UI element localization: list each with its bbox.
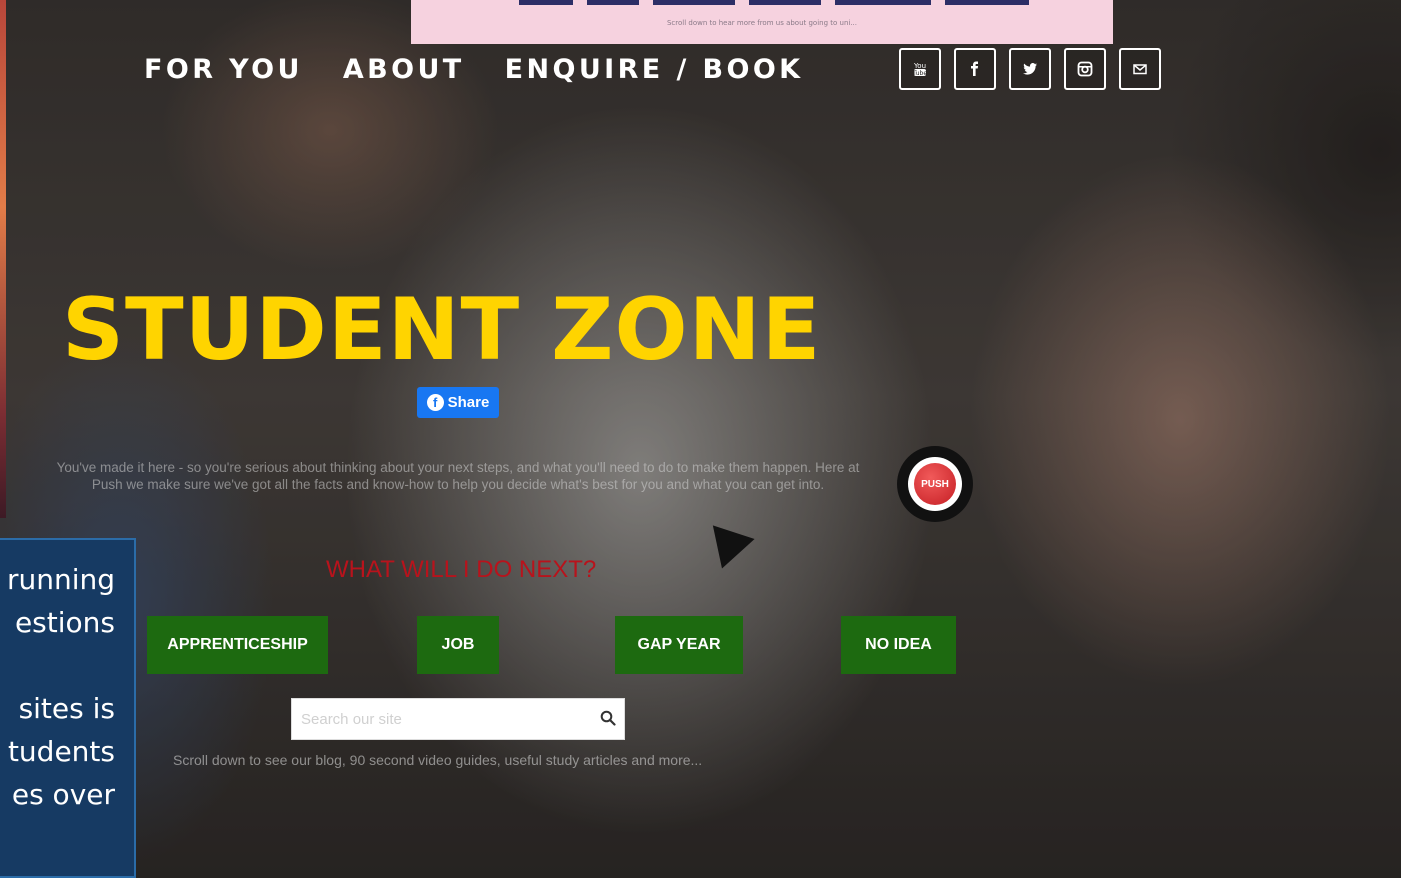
banner-tabs	[519, 0, 1029, 5]
side-image-strip	[0, 0, 6, 518]
search-icon[interactable]	[600, 710, 616, 730]
side-panel-line: running	[6, 563, 115, 596]
search-input[interactable]	[292, 699, 592, 739]
hero-overlay	[0, 0, 1401, 878]
intro-line-2: Push we make sure we've got all the fact…	[91, 477, 825, 492]
facebook-logo-icon: f	[426, 394, 444, 411]
banner-text: Scroll down to hear more from us about g…	[666, 19, 858, 27]
facebook-share-button[interactable]: f Share	[417, 387, 499, 418]
nav-about[interactable]: ABOUT	[343, 52, 465, 88]
push-badge-label: PUSH	[914, 463, 956, 505]
no-idea-button[interactable]: NO IDEA	[841, 616, 956, 674]
svg-text:You: You	[913, 62, 926, 70]
job-button[interactable]: JOB	[417, 616, 499, 674]
apprenticeship-button[interactable]: APPRENTICESHIP	[147, 616, 328, 674]
side-panel-line: tudents	[7, 735, 115, 768]
side-panel-line: estions	[14, 606, 115, 639]
youtube-icon[interactable]: You Tube	[899, 48, 941, 90]
share-label: Share	[447, 394, 490, 411]
page-title: STUDENT ZONE	[62, 280, 822, 380]
instagram-icon[interactable]	[1064, 48, 1106, 90]
email-icon[interactable]	[1119, 48, 1161, 90]
twitter-icon[interactable]	[1009, 48, 1051, 90]
svg-text:Tube: Tube	[912, 70, 927, 77]
scroll-note: Scroll down to see our blog, 90 second v…	[173, 752, 703, 768]
main-nav: FOR YOU ABOUT ENQUIRE / BOOK	[144, 52, 804, 88]
push-logo-badge[interactable]: PUSH	[897, 446, 973, 522]
intro-text: You've made it here - so you're serious …	[30, 459, 886, 493]
side-panel-line: es over	[11, 778, 115, 811]
side-panel-line: sites is	[18, 692, 115, 725]
site-search	[291, 698, 625, 740]
intro-line-1: You've made it here - so you're serious …	[56, 460, 860, 475]
promo-banner[interactable]: Scroll down to hear more from us about g…	[411, 0, 1113, 44]
nav-for-you[interactable]: FOR YOU	[144, 52, 303, 88]
gap-year-button[interactable]: GAP YEAR	[615, 616, 743, 674]
side-panel-text: running estions sites is tudents es over	[0, 558, 115, 816]
social-links: You Tube	[899, 48, 1161, 90]
side-panel-line	[0, 644, 115, 687]
facebook-icon[interactable]	[954, 48, 996, 90]
side-info-panel: running estions sites is tudents es over	[0, 538, 136, 878]
next-steps-heading: WHAT WILL I DO NEXT?	[326, 556, 597, 583]
nav-enquire-book[interactable]: ENQUIRE / BOOK	[505, 52, 804, 88]
push-badge-ring: PUSH	[908, 457, 962, 511]
